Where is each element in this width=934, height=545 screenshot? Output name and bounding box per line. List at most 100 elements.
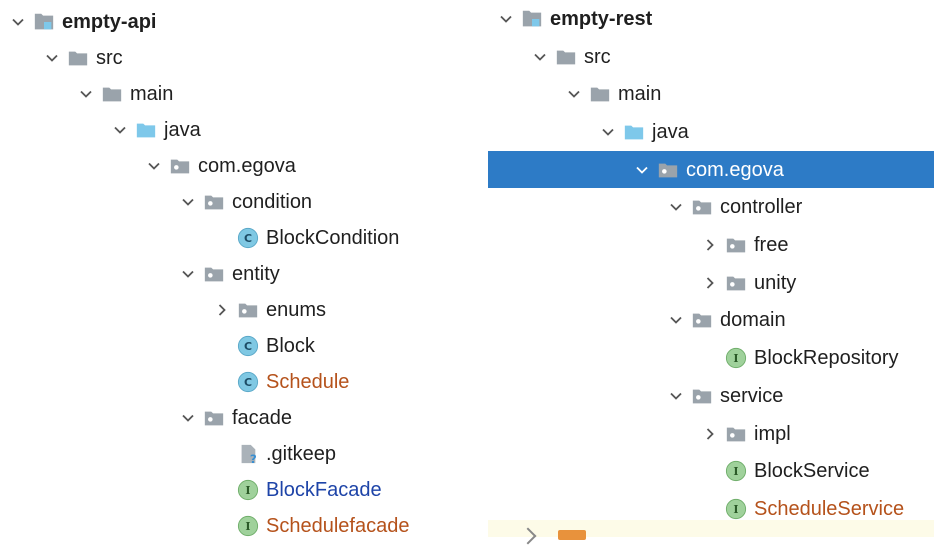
tree-node-label: .gitkeep bbox=[266, 443, 337, 465]
tree-node-label: BlockRepository bbox=[754, 347, 899, 370]
tree-node-blockfacade[interactable]: I BlockFacade bbox=[0, 472, 488, 508]
chevron-down-icon[interactable] bbox=[174, 262, 202, 286]
tree-node-free[interactable]: free bbox=[488, 226, 934, 264]
tree-node-label: BlockService bbox=[754, 460, 870, 483]
chevron-right-icon[interactable] bbox=[696, 233, 724, 257]
project-tree-left: empty-api src main java com.egova condition C B… bbox=[0, 0, 488, 537]
chevron-down-icon[interactable] bbox=[662, 384, 690, 408]
tree-node-service[interactable]: service bbox=[488, 377, 934, 415]
chevron-down-icon[interactable] bbox=[38, 46, 66, 70]
class-icon: C bbox=[236, 226, 260, 250]
chevron-down-icon[interactable] bbox=[174, 190, 202, 214]
chevron-down-icon[interactable] bbox=[628, 158, 656, 182]
tree-node-blockservice[interactable]: I BlockService bbox=[488, 452, 934, 490]
tree-node-impl[interactable]: impl bbox=[488, 415, 934, 453]
interface-icon: I bbox=[724, 346, 748, 370]
package-icon bbox=[656, 158, 680, 182]
interface-icon: I bbox=[724, 497, 748, 521]
tree-node-java[interactable]: java bbox=[488, 113, 934, 151]
tree-node-label: BlockCondition bbox=[266, 227, 400, 249]
chevron-down-icon[interactable] bbox=[492, 7, 520, 31]
chevron-down-icon[interactable] bbox=[72, 82, 100, 106]
svg-text:I: I bbox=[245, 520, 250, 533]
interface-icon: I bbox=[236, 514, 260, 538]
folder-icon bbox=[558, 530, 586, 540]
chevron-down-icon[interactable] bbox=[662, 195, 690, 219]
package-icon bbox=[724, 233, 748, 257]
folder-icon bbox=[66, 46, 90, 70]
svg-text:C: C bbox=[244, 376, 252, 389]
chevron-right-icon[interactable] bbox=[208, 298, 236, 322]
chevron-down-icon[interactable] bbox=[526, 45, 554, 69]
tree-node-scheduleservice[interactable]: I ScheduleService bbox=[488, 490, 934, 528]
package-icon bbox=[202, 406, 226, 430]
chevron-down-icon[interactable] bbox=[4, 10, 32, 34]
tree-node-enums[interactable]: enums bbox=[0, 292, 488, 328]
chevron-down-icon[interactable] bbox=[560, 82, 588, 106]
tree-node-label: condition bbox=[232, 191, 313, 213]
tree-node-com-egova[interactable]: com.egova bbox=[488, 150, 934, 189]
tree-node-block[interactable]: C Block bbox=[0, 328, 488, 364]
tree-node-blockrepository[interactable]: I BlockRepository bbox=[488, 339, 934, 377]
tree-node-empty-rest[interactable]: empty-rest bbox=[488, 0, 934, 38]
tree-node-domain[interactable]: domain bbox=[488, 302, 934, 340]
tree-node-label: controller bbox=[720, 196, 803, 219]
tree-node-main[interactable]: main bbox=[488, 75, 934, 113]
chevron-down-icon[interactable] bbox=[174, 406, 202, 430]
tree-node-label: impl bbox=[754, 422, 791, 445]
tree-node-java[interactable]: java bbox=[0, 112, 488, 148]
tree-node-unity[interactable]: unity bbox=[488, 264, 934, 302]
tree-node-src[interactable]: src bbox=[488, 38, 934, 76]
svg-text:I: I bbox=[733, 352, 738, 365]
svg-text:I: I bbox=[733, 503, 738, 516]
tree-node-label: main bbox=[618, 83, 662, 106]
chevron-right-icon[interactable] bbox=[696, 271, 724, 295]
interface-icon: I bbox=[236, 478, 260, 502]
chevron-down-icon[interactable] bbox=[106, 118, 134, 142]
tree-node-label: src bbox=[96, 47, 123, 69]
tree-node-blockcondition[interactable]: C BlockCondition bbox=[0, 220, 488, 256]
tree-node-label: java bbox=[652, 120, 689, 143]
package-icon bbox=[202, 262, 226, 286]
tree-node-gitkeep[interactable]: ? .gitkeep bbox=[0, 436, 488, 472]
tree-node-src[interactable]: src bbox=[0, 40, 488, 76]
chevron-down-icon[interactable] bbox=[662, 308, 690, 332]
chevron-down-icon[interactable] bbox=[594, 120, 622, 144]
project-tree-right: empty-rest src main java com.egova controller… bbox=[488, 0, 934, 545]
tree-node-schedulefacade[interactable]: I Schedulefacade bbox=[0, 508, 488, 544]
tree-node-controller[interactable]: controller bbox=[488, 189, 934, 227]
package-icon bbox=[236, 298, 260, 322]
tree-node-main[interactable]: main bbox=[0, 76, 488, 112]
module-icon bbox=[520, 7, 544, 31]
tree-node-label: Block bbox=[266, 335, 315, 357]
tree-node-label: free bbox=[754, 234, 789, 257]
package-icon bbox=[168, 154, 192, 178]
tree-node-schedule[interactable]: C Schedule bbox=[0, 364, 488, 400]
folder-icon bbox=[100, 82, 124, 106]
svg-text:C: C bbox=[244, 340, 252, 353]
tree-node-facade[interactable]: facade bbox=[0, 400, 488, 436]
svg-text:?: ? bbox=[250, 452, 257, 465]
tree-node-condition[interactable]: condition bbox=[0, 184, 488, 220]
module-icon bbox=[32, 10, 56, 34]
tree-node-com-egova[interactable]: com.egova bbox=[0, 148, 488, 184]
folder-icon bbox=[554, 45, 578, 69]
package-icon bbox=[724, 271, 748, 295]
package-icon bbox=[690, 384, 714, 408]
chevron-right-icon[interactable] bbox=[696, 422, 724, 446]
package-icon bbox=[724, 422, 748, 446]
package-icon bbox=[690, 195, 714, 219]
tree-node-label: enums bbox=[266, 299, 327, 321]
tree-node-label: Schedulefacade bbox=[266, 515, 410, 537]
tree-node-label: main bbox=[130, 83, 174, 105]
tree-node-entity[interactable]: entity bbox=[0, 256, 488, 292]
chevron-down-icon[interactable] bbox=[140, 154, 168, 178]
tree-node-label: com.egova bbox=[686, 158, 784, 181]
tree-node-empty-api[interactable]: empty-api bbox=[0, 4, 488, 40]
